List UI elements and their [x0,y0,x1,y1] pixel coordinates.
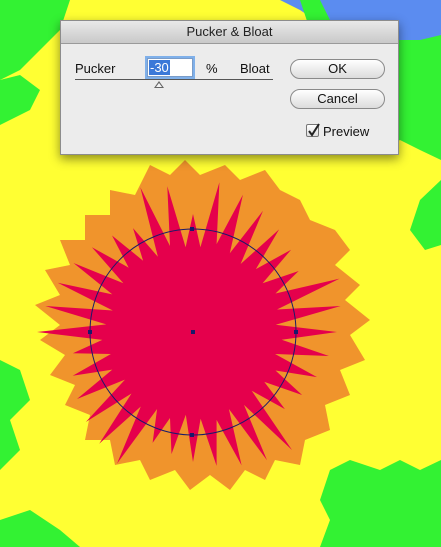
pucker-bloat-dialog: Pucker & Bloat Pucker -30 % Bloat OK Can… [60,20,399,155]
preview-checkbox[interactable] [306,123,320,137]
checkmark-icon [308,123,320,137]
amount-value: -30 [149,60,170,75]
preview-label: Preview [323,124,370,139]
dialog-title: Pucker & Bloat [61,21,398,44]
pucker-bloat-slider-track[interactable] [75,79,273,80]
pucker-label: Pucker [75,61,116,76]
anchor-point-top[interactable] [190,227,194,231]
slider-thumb-highlight [156,83,162,87]
amount-input[interactable]: -30 [147,58,193,77]
cancel-button[interactable]: Cancel [290,89,385,109]
anchor-point-left[interactable] [88,330,92,334]
bloat-label: Bloat [240,61,270,76]
center-point[interactable] [191,330,195,334]
anchor-point-right[interactable] [294,330,298,334]
ok-button[interactable]: OK [290,59,385,79]
anchor-point-bottom[interactable] [190,433,194,437]
percent-unit-label: % [206,61,218,76]
green-region-bottom-right [320,460,441,547]
